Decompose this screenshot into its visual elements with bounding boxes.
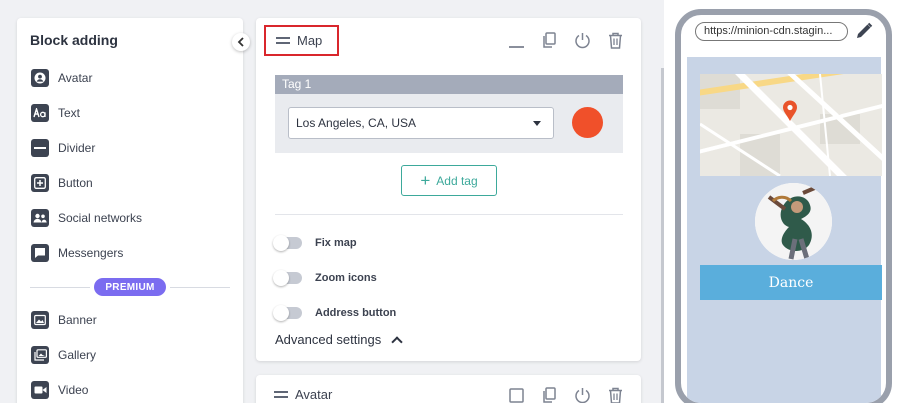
sidebar-item-label: Avatar [58, 71, 93, 85]
avatar-block-header[interactable]: Avatar [264, 379, 344, 403]
block-adding-panel: Block adding Avatar Text Divider Button … [17, 18, 243, 403]
sidebar-item-text[interactable]: Text [31, 101, 80, 125]
add-tag-label: Add tag [436, 173, 478, 188]
map-block-header[interactable]: Map [264, 25, 339, 56]
map-pin-icon [783, 100, 797, 121]
video-icon [31, 381, 49, 399]
preview-screen: Dance [687, 57, 882, 403]
tag-color-picker[interactable] [572, 107, 603, 138]
delete-button[interactable] [606, 31, 625, 50]
button-icon [31, 174, 49, 192]
premium-divider: PREMIUM [30, 278, 230, 296]
chevron-up-icon [391, 335, 403, 348]
advanced-settings-label: Advanced settings [275, 332, 382, 347]
location-value: Los Angeles, CA, USA [296, 116, 417, 130]
copy-icon [543, 32, 556, 48]
scrollbar[interactable] [661, 68, 664, 403]
sidebar-item-label: Social networks [58, 211, 143, 225]
avatar-image [755, 183, 832, 260]
add-tag-button[interactable]: + Add tag [401, 165, 497, 196]
fix-map-toggle-row[interactable]: Fix map [273, 234, 357, 252]
minimize-icon [509, 46, 524, 48]
toggle-visibility-button[interactable] [573, 386, 592, 403]
sidebar-title: Block adding [30, 32, 118, 48]
dance-button[interactable]: Dance [700, 265, 882, 300]
social-networks-icon [31, 209, 49, 227]
avatar-block-title: Avatar [295, 387, 333, 402]
trash-icon [609, 387, 622, 403]
address-button-toggle[interactable] [273, 305, 302, 321]
divider-icon [31, 139, 49, 157]
collapse-sidebar-button[interactable] [232, 33, 250, 51]
sidebar-item-video[interactable]: Video [31, 378, 88, 402]
map-block-title: Map [297, 33, 323, 48]
sidebar-item-avatar[interactable]: Avatar [31, 66, 92, 90]
avatar-block-card: Avatar [256, 375, 641, 403]
toggle-label: Address button [315, 307, 397, 319]
zoom-icons-toggle[interactable] [273, 270, 302, 286]
trash-icon [609, 32, 622, 49]
sidebar-item-divider[interactable]: Divider [31, 136, 95, 160]
plus-icon: + [420, 171, 431, 190]
pencil-icon[interactable] [854, 21, 874, 41]
avatar-icon [31, 69, 49, 87]
fix-map-toggle[interactable] [273, 235, 302, 251]
expand-button[interactable] [507, 386, 526, 403]
sidebar-item-button[interactable]: Button [31, 171, 93, 195]
messengers-icon [31, 244, 49, 262]
phone-preview: https://minion-cdn.stagin... Dance [675, 9, 892, 403]
tag-title: Tag 1 [275, 75, 623, 94]
location-select[interactable]: Los Angeles, CA, USA [288, 107, 554, 139]
copy-icon [543, 387, 556, 403]
section-divider [275, 214, 623, 215]
caret-down-icon [533, 121, 541, 126]
sidebar-item-messengers[interactable]: Messengers [31, 241, 123, 265]
toggle-label: Zoom icons [315, 272, 377, 284]
sidebar-item-label: Button [58, 176, 93, 190]
sidebar-item-label: Banner [58, 313, 97, 327]
minimize-button[interactable] [507, 31, 526, 50]
sidebar-item-social-networks[interactable]: Social networks [31, 206, 142, 230]
sidebar-item-label: Messengers [58, 246, 124, 260]
premium-badge: PREMIUM [94, 278, 166, 296]
sidebar-item-label: Text [58, 106, 81, 120]
sidebar-item-banner[interactable]: Banner [31, 308, 97, 332]
zoom-icons-toggle-row[interactable]: Zoom icons [273, 269, 377, 287]
banner-icon [31, 311, 49, 329]
preview-url[interactable]: https://minion-cdn.stagin... [695, 22, 848, 41]
drag-handle-icon[interactable] [274, 391, 288, 398]
toggle-visibility-button[interactable] [573, 31, 592, 50]
sidebar-item-label: Divider [58, 141, 96, 155]
toggle-label: Fix map [315, 237, 357, 249]
advanced-settings-toggle[interactable]: Advanced settings [275, 332, 403, 348]
tag-panel: Tag 1 Los Angeles, CA, USA [275, 75, 623, 153]
map-block-actions [507, 31, 625, 50]
avatar-block-actions [507, 386, 625, 403]
sidebar-item-label: Video [58, 383, 89, 397]
text-icon [31, 104, 49, 122]
drag-handle-icon[interactable] [276, 37, 290, 44]
sidebar-item-gallery[interactable]: Gallery [31, 343, 96, 367]
power-icon [575, 33, 590, 49]
delete-button[interactable] [606, 386, 625, 403]
sidebar-item-label: Gallery [58, 348, 97, 362]
power-icon [575, 388, 590, 403]
square-icon [509, 388, 524, 403]
map-preview[interactable] [700, 74, 882, 176]
gallery-icon [31, 346, 49, 364]
duplicate-button[interactable] [540, 31, 559, 50]
chevron-left-icon [237, 37, 244, 47]
map-block-card: Map Tag 1 Los Angeles, CA, USA + Add tag… [256, 18, 641, 361]
duplicate-button[interactable] [540, 386, 559, 403]
address-button-toggle-row[interactable]: Address button [273, 304, 397, 322]
